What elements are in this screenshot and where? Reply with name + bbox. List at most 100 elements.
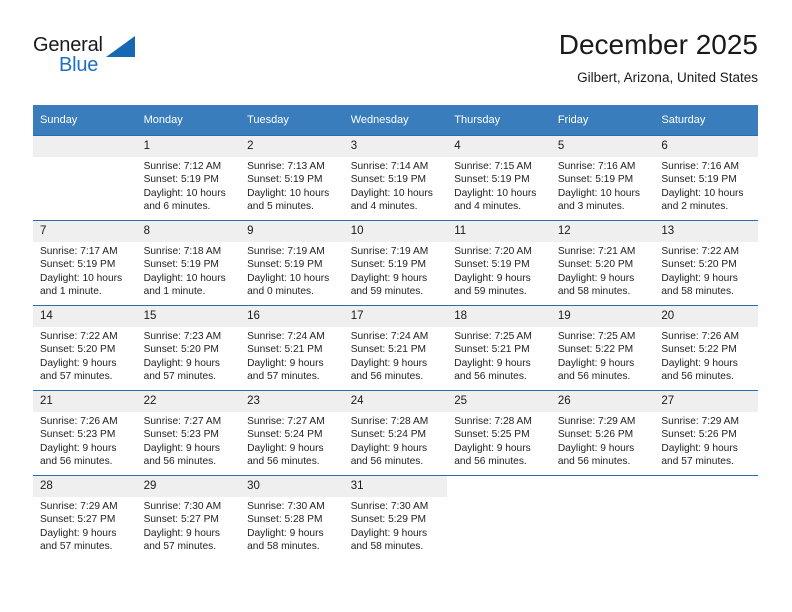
daylight-text-line2: and 56 minutes. xyxy=(661,371,734,383)
daylight-text-line1: Daylight: 9 hours xyxy=(40,527,117,539)
day-cell[interactable]: 17 Sunrise: 7:24 AM Sunset: 5:21 PM Dayl… xyxy=(343,305,448,391)
day-number: 10 xyxy=(343,221,448,242)
daylight-text-line2: and 58 minutes. xyxy=(661,286,734,298)
day-details: Sunrise: 7:29 AM Sunset: 5:27 PM Dayligh… xyxy=(33,497,137,554)
day-cell[interactable]: 31 Sunrise: 7:30 AM Sunset: 5:29 PM Dayl… xyxy=(343,475,448,560)
day-cell[interactable]: 24 Sunrise: 7:28 AM Sunset: 5:24 PM Dayl… xyxy=(343,390,448,476)
daylight-text-line2: and 5 minutes. xyxy=(247,201,314,213)
daylight-text-line2: and 4 minutes. xyxy=(454,201,522,213)
weekday-header-friday: Friday xyxy=(557,114,589,126)
day-cell[interactable]: 7 Sunrise: 7:17 AM Sunset: 5:19 PM Dayli… xyxy=(33,220,137,306)
day-cell[interactable]: 20 Sunrise: 7:26 AM Sunset: 5:22 PM Dayl… xyxy=(654,305,758,391)
day-cell[interactable]: 14 Sunrise: 7:22 AM Sunset: 5:20 PM Dayl… xyxy=(33,305,137,391)
daylight-text-line1: Daylight: 9 hours xyxy=(661,442,738,454)
page-header: General Blue December 2025 Gilbert, Ariz… xyxy=(33,28,758,96)
daylight-text-line2: and 57 minutes. xyxy=(661,456,734,468)
day-details: Sunrise: 7:27 AM Sunset: 5:24 PM Dayligh… xyxy=(240,412,344,469)
day-cell[interactable]: 19 Sunrise: 7:25 AM Sunset: 5:22 PM Dayl… xyxy=(550,305,655,391)
daylight-text-line1: Daylight: 10 hours xyxy=(454,187,537,199)
sunset-text: Sunset: 5:20 PM xyxy=(143,344,219,356)
day-cell[interactable]: 8 Sunrise: 7:18 AM Sunset: 5:19 PM Dayli… xyxy=(136,220,241,306)
daylight-text-line1: Daylight: 10 hours xyxy=(247,272,330,284)
sunset-text: Sunset: 5:19 PM xyxy=(143,174,219,186)
general-blue-logo[interactable]: General Blue xyxy=(33,34,143,82)
day-cell[interactable]: 5 Sunrise: 7:16 AM Sunset: 5:19 PM Dayli… xyxy=(550,135,655,221)
day-details: Sunrise: 7:14 AM Sunset: 5:19 PM Dayligh… xyxy=(344,157,448,214)
daylight-text-line1: Daylight: 9 hours xyxy=(350,357,428,369)
day-cell[interactable] xyxy=(33,135,137,221)
daylight-text-line2: and 56 minutes. xyxy=(350,456,424,468)
sunrise-text: Sunrise: 7:26 AM xyxy=(40,416,118,427)
sunrise-text: Sunrise: 7:24 AM xyxy=(247,331,325,342)
day-number: 17 xyxy=(343,306,448,327)
day-cell[interactable]: 16 Sunrise: 7:24 AM Sunset: 5:21 PM Dayl… xyxy=(240,305,344,391)
day-cell[interactable]: 15 Sunrise: 7:23 AM Sunset: 5:20 PM Dayl… xyxy=(136,305,241,391)
day-details: Sunrise: 7:26 AM Sunset: 5:22 PM Dayligh… xyxy=(654,327,758,384)
sunset-text: Sunset: 5:19 PM xyxy=(247,174,323,186)
day-cell[interactable]: 21 Sunrise: 7:26 AM Sunset: 5:23 PM Dayl… xyxy=(33,390,137,476)
daylight-text-line1: Daylight: 9 hours xyxy=(40,442,117,454)
sunrise-text: Sunrise: 7:19 AM xyxy=(350,246,429,257)
day-cell[interactable]: 2 Sunrise: 7:13 AM Sunset: 5:19 PM Dayli… xyxy=(240,135,344,221)
daylight-text-line1: Daylight: 10 hours xyxy=(143,187,226,199)
sunrise-text: Sunrise: 7:30 AM xyxy=(350,501,429,512)
daylight-text-line2: and 58 minutes. xyxy=(350,541,424,553)
calendar-week-row: 1 Sunrise: 7:12 AM Sunset: 5:19 PM Dayli… xyxy=(33,135,758,221)
day-cell[interactable]: 23 Sunrise: 7:27 AM Sunset: 5:24 PM Dayl… xyxy=(240,390,344,476)
day-cell[interactable]: 30 Sunrise: 7:30 AM Sunset: 5:28 PM Dayl… xyxy=(240,475,344,560)
day-cell[interactable]: 13 Sunrise: 7:22 AM Sunset: 5:20 PM Dayl… xyxy=(654,220,758,306)
day-cell[interactable]: 18 Sunrise: 7:25 AM Sunset: 5:21 PM Dayl… xyxy=(447,305,551,391)
daylight-text-line1: Daylight: 9 hours xyxy=(661,272,738,284)
day-cell[interactable]: 29 Sunrise: 7:30 AM Sunset: 5:27 PM Dayl… xyxy=(136,475,241,560)
sunset-text: Sunset: 5:25 PM xyxy=(454,429,530,441)
sunset-text: Sunset: 5:19 PM xyxy=(454,259,530,271)
daylight-text-line1: Daylight: 9 hours xyxy=(143,442,221,454)
day-number: 5 xyxy=(550,136,655,157)
sunrise-text: Sunrise: 7:26 AM xyxy=(661,331,739,342)
daylight-text-line1: Daylight: 10 hours xyxy=(247,187,330,199)
day-cell[interactable]: 22 Sunrise: 7:27 AM Sunset: 5:23 PM Dayl… xyxy=(136,390,241,476)
day-cell[interactable]: 6 Sunrise: 7:16 AM Sunset: 5:19 PM Dayli… xyxy=(654,135,758,221)
day-cell[interactable]: 25 Sunrise: 7:28 AM Sunset: 5:25 PM Dayl… xyxy=(447,390,551,476)
sunrise-text: Sunrise: 7:27 AM xyxy=(247,416,325,427)
day-cell[interactable]: 3 Sunrise: 7:14 AM Sunset: 5:19 PM Dayli… xyxy=(343,135,448,221)
day-details: Sunrise: 7:18 AM Sunset: 5:19 PM Dayligh… xyxy=(137,242,241,299)
sunrise-text: Sunrise: 7:13 AM xyxy=(247,161,325,172)
daylight-text-line1: Daylight: 9 hours xyxy=(40,357,117,369)
day-number: 30 xyxy=(240,476,344,497)
day-cell[interactable]: 26 Sunrise: 7:29 AM Sunset: 5:26 PM Dayl… xyxy=(550,390,655,476)
daylight-text-line2: and 56 minutes. xyxy=(143,456,217,468)
day-number: 20 xyxy=(654,306,758,327)
day-number: 23 xyxy=(240,391,344,412)
sunset-text: Sunset: 5:27 PM xyxy=(143,514,219,526)
day-number: 21 xyxy=(33,391,137,412)
sunset-text: Sunset: 5:20 PM xyxy=(557,259,634,271)
daylight-text-line2: and 56 minutes. xyxy=(454,371,527,383)
page-title: December 2025 xyxy=(558,29,758,60)
sunset-text: Sunset: 5:24 PM xyxy=(350,429,427,441)
day-cell[interactable]: 11 Sunrise: 7:20 AM Sunset: 5:19 PM Dayl… xyxy=(447,220,551,306)
sunset-text: Sunset: 5:19 PM xyxy=(557,174,634,186)
sunrise-text: Sunrise: 7:30 AM xyxy=(143,501,222,512)
day-cell[interactable]: 4 Sunrise: 7:15 AM Sunset: 5:19 PM Dayli… xyxy=(447,135,551,221)
day-cell[interactable]: 10 Sunrise: 7:19 AM Sunset: 5:19 PM Dayl… xyxy=(343,220,448,306)
calendar-page: General Blue December 2025 Gilbert, Ariz… xyxy=(0,0,792,612)
sunrise-text: Sunrise: 7:21 AM xyxy=(557,246,636,257)
day-number: 24 xyxy=(343,391,448,412)
page-subtitle-location: Gilbert, Arizona, United States xyxy=(577,70,758,85)
day-cell[interactable]: 27 Sunrise: 7:29 AM Sunset: 5:26 PM Dayl… xyxy=(654,390,758,476)
day-details: Sunrise: 7:16 AM Sunset: 5:19 PM Dayligh… xyxy=(654,157,758,214)
day-cell[interactable]: 9 Sunrise: 7:19 AM Sunset: 5:19 PM Dayli… xyxy=(240,220,344,306)
daylight-text-line2: and 56 minutes. xyxy=(557,456,631,468)
sunset-text: Sunset: 5:21 PM xyxy=(454,344,530,356)
weekday-header-saturday: Saturday xyxy=(661,114,706,126)
day-cell[interactable]: 12 Sunrise: 7:21 AM Sunset: 5:20 PM Dayl… xyxy=(550,220,655,306)
day-details: Sunrise: 7:22 AM Sunset: 5:20 PM Dayligh… xyxy=(654,242,758,299)
sunset-text: Sunset: 5:28 PM xyxy=(247,514,323,526)
sunset-text: Sunset: 5:19 PM xyxy=(40,259,116,271)
day-cell[interactable]: 28 Sunrise: 7:29 AM Sunset: 5:27 PM Dayl… xyxy=(33,475,137,560)
day-cell[interactable]: 1 Sunrise: 7:12 AM Sunset: 5:19 PM Dayli… xyxy=(136,135,241,221)
sunrise-text: Sunrise: 7:25 AM xyxy=(557,331,636,342)
day-details: Sunrise: 7:19 AM Sunset: 5:19 PM Dayligh… xyxy=(240,242,344,299)
weekday-header-thursday: Thursday xyxy=(454,114,501,126)
